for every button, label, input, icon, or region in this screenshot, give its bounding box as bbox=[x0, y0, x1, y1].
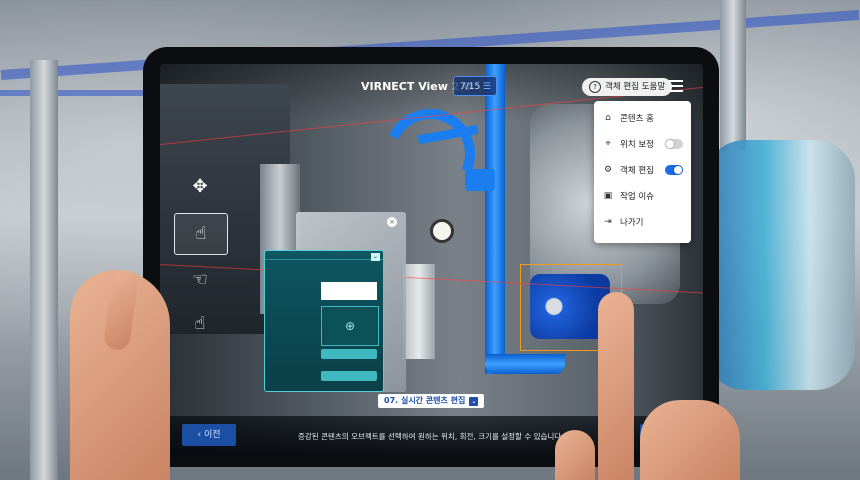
home-icon: ⌂ bbox=[605, 113, 611, 123]
target-icon: ⌖ bbox=[605, 139, 611, 149]
background-cylinder bbox=[705, 140, 855, 390]
right-thumb bbox=[555, 430, 595, 480]
menu-item-object-edit[interactable]: ⚙ 객체 편집 bbox=[594, 157, 691, 183]
highlighted-pipe-bend[interactable] bbox=[485, 354, 565, 374]
swipe-gesture-icon: ☜ bbox=[191, 269, 209, 290]
prev-button[interactable]: ‹ 이전 bbox=[182, 424, 236, 446]
rotation-arrow-icon bbox=[372, 96, 488, 212]
menu-item-label: 콘텐츠 홈 bbox=[620, 114, 654, 124]
chevron-down-icon: ⌄ bbox=[469, 397, 479, 406]
gear-icon: ⚙ bbox=[603, 165, 613, 175]
help-icon: ? bbox=[589, 81, 601, 93]
help-label: 객체 편집 도움말 bbox=[605, 82, 666, 92]
step-label: 07. 실시간 콘텐츠 편집 bbox=[384, 396, 466, 405]
menu-item-label: 위치 보정 bbox=[620, 140, 654, 150]
chevron-down-icon[interactable]: ⌄ bbox=[371, 253, 380, 261]
move-gesture-tool[interactable]: ✥ bbox=[174, 167, 226, 207]
panel-submit-button[interactable] bbox=[321, 371, 377, 381]
menu-item-position-calibration[interactable]: ⌖ 위치 보정 bbox=[594, 131, 691, 157]
close-icon[interactable]: × bbox=[387, 217, 397, 227]
image-issue-icon: ▣ bbox=[603, 191, 613, 201]
menu-item-label: 작업 이슈 bbox=[620, 192, 654, 202]
step-instruction: 증강된 콘텐츠의 오브젝트를 선택하여 원하는 위치, 회전, 크기를 설정할 … bbox=[298, 432, 564, 441]
help-button[interactable]: ? 객체 편집 도움말 bbox=[582, 78, 673, 96]
object-edit-toggle[interactable] bbox=[665, 165, 683, 175]
panel-header: ⌄ bbox=[265, 251, 383, 261]
prev-button-label: 이전 bbox=[203, 430, 221, 440]
camera-icon[interactable]: ⊕ bbox=[321, 306, 379, 346]
menu-item-label: 객체 편집 bbox=[620, 166, 654, 176]
right-hand bbox=[640, 400, 740, 480]
touch-gesture-tool[interactable]: ☝ bbox=[174, 304, 226, 344]
menu-item-content-home[interactable]: ⌂ 콘텐츠 홈 bbox=[594, 105, 691, 131]
pressure-gauge bbox=[430, 219, 454, 243]
toggle-knob bbox=[666, 140, 674, 148]
toggle-knob bbox=[674, 166, 682, 174]
main-menu-dropdown: ⌂ 콘텐츠 홈 ⌖ 위치 보정 ⚙ 객체 편집 ▣ 작업 이슈 ⇥ 나가기 bbox=[594, 101, 691, 243]
list-icon: ☰ bbox=[482, 82, 491, 92]
tap-gesture-tool[interactable]: ☝ bbox=[174, 213, 228, 255]
move-gesture-icon: ✥ bbox=[192, 176, 208, 197]
page-counter[interactable]: 7/15 ☰ bbox=[453, 76, 497, 96]
right-index-finger bbox=[598, 292, 634, 480]
ar-form-panel: ⌄ ⊕ bbox=[264, 250, 384, 392]
background-pipe bbox=[30, 60, 58, 480]
panel-photo-button[interactable] bbox=[321, 349, 377, 359]
tap-gesture-icon: ☝ bbox=[195, 223, 207, 244]
menu-item-work-issue[interactable]: ▣ 작업 이슈 bbox=[594, 183, 691, 209]
menu-item-exit[interactable]: ⇥ 나가기 bbox=[594, 209, 691, 235]
hamburger-menu-button[interactable] bbox=[669, 80, 683, 92]
menu-item-label: 나가기 bbox=[620, 218, 644, 228]
page-counter-text: 7/15 bbox=[460, 82, 481, 92]
background-pipe bbox=[720, 0, 746, 150]
exit-icon: ⇥ bbox=[604, 217, 612, 227]
step-selector[interactable]: 07. 실시간 콘텐츠 편집 ⌄ bbox=[378, 394, 485, 408]
swipe-gesture-tool[interactable]: ☜ bbox=[174, 260, 226, 300]
panel-text-input[interactable] bbox=[321, 282, 377, 300]
position-calibration-toggle[interactable] bbox=[665, 139, 683, 149]
touch-gesture-icon: ☝ bbox=[194, 313, 206, 334]
